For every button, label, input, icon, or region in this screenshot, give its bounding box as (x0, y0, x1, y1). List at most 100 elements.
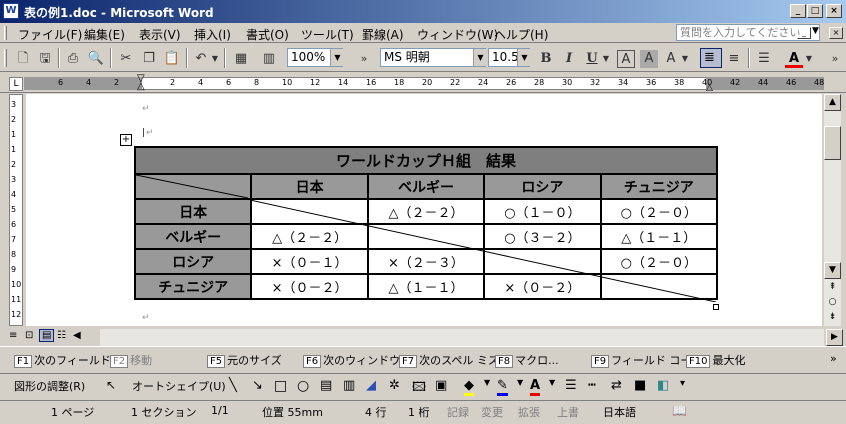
prev-page-icon[interactable]: ⇞ (826, 282, 839, 292)
underline-button[interactable]: U (583, 50, 601, 68)
outline-view-icon[interactable]: ☷ (57, 330, 66, 341)
menu-window[interactable]: ウィンドウ(W) (417, 26, 498, 43)
paste-icon[interactable]: 📋 (163, 50, 181, 68)
help-dropdown-icon[interactable]: ▼ (812, 26, 819, 36)
select-objects-icon[interactable]: ↖ (106, 378, 116, 392)
picture-icon[interactable]: ▣ (435, 378, 447, 393)
line-color-dropdown-icon[interactable]: ▼ (517, 378, 523, 387)
scroll-thumb[interactable] (824, 126, 841, 160)
row-label-cell[interactable]: 日本 (133, 198, 253, 225)
status-rec[interactable]: 記録 (447, 404, 469, 420)
draw-font-color-icon[interactable]: A (530, 378, 541, 396)
doc-close-button[interactable]: × (829, 27, 843, 39)
row-label-cell[interactable]: チュニジア (133, 273, 253, 300)
scroll-left-button[interactable]: ◀ (73, 330, 81, 341)
bold-button[interactable]: B (537, 50, 555, 68)
align-center-icon[interactable]: ≡ (725, 50, 743, 68)
minimize-button[interactable]: _ (790, 4, 806, 18)
next-page-icon[interactable]: ⇟ (826, 312, 839, 322)
normal-view-icon[interactable]: ≡ (9, 330, 17, 341)
underline-dropdown-icon[interactable]: ▼ (601, 50, 611, 68)
doc-minimize-button[interactable]: _ (797, 27, 811, 39)
undo-dropdown-icon[interactable]: ▼ (210, 50, 220, 68)
status-trk[interactable]: 変更 (481, 404, 503, 420)
font-name-dropdown-icon[interactable]: ▼ (473, 49, 487, 66)
fkey-overflow-icon[interactable]: » (830, 352, 837, 365)
new-document-icon[interactable]: 🗋 (14, 50, 32, 68)
italic-button[interactable]: I (560, 50, 578, 68)
menu-format[interactable]: 書式(O) (246, 26, 289, 43)
font-size-dropdown-icon[interactable]: ▼ (517, 49, 531, 66)
fkey-f5[interactable]: F5 元のサイズ (207, 352, 282, 368)
insert-table-icon[interactable]: ▦ (232, 50, 250, 68)
draw-font-color-dropdown-icon[interactable]: ▼ (549, 378, 555, 387)
oval-icon[interactable]: ○ (297, 378, 309, 394)
status-ovr[interactable]: 上書 (557, 404, 579, 420)
menubar-grip[interactable] (4, 26, 7, 40)
wordart-icon[interactable]: ◢ (366, 378, 376, 393)
scroll-down-button[interactable]: ▼ (824, 262, 841, 279)
arrow-style-icon[interactable]: ⇄ (611, 378, 622, 393)
columns-icon[interactable]: ▥ (260, 50, 278, 68)
row-label-cell[interactable]: ベルギー (133, 223, 253, 250)
line-color-icon[interactable]: ✎ (497, 378, 508, 396)
textbox-icon[interactable]: ▤ (320, 378, 332, 393)
status-ext[interactable]: 拡張 (518, 404, 540, 420)
corner-cell[interactable] (133, 173, 253, 200)
copy-icon[interactable]: ❐ (140, 50, 158, 68)
header-cell[interactable]: ベルギー (366, 173, 486, 200)
drawbar-overflow-icon[interactable]: ▾ (680, 378, 685, 389)
3d-style-icon[interactable]: ◧ (657, 378, 669, 393)
spelling-status-icon[interactable]: 📖 (672, 404, 687, 418)
font-color-button[interactable]: A (785, 50, 803, 68)
scroll-right-button[interactable]: ▶ (826, 329, 843, 346)
align-justify-button[interactable]: ≣ (700, 48, 722, 68)
table-resize-handle-icon[interactable] (713, 304, 719, 310)
toolbar-overflow-icon[interactable]: » (355, 50, 373, 68)
permission-icon[interactable]: 🖫 (36, 50, 54, 68)
arrow-icon[interactable]: ↘ (252, 378, 263, 393)
web-view-icon[interactable]: ⊡ (25, 330, 33, 341)
table-title-cell[interactable]: ワールドカップＨ組 結果 (134, 146, 718, 175)
toolbar-overflow-icon-2[interactable]: » (826, 50, 844, 68)
print-view-icon[interactable]: ▤ (39, 329, 55, 342)
fkey-f7[interactable]: F7 次のスペル ミス (399, 352, 499, 368)
fkey-f1[interactable]: F1 次のフィールド (14, 352, 111, 368)
fill-color-dropdown-icon[interactable]: ▼ (484, 378, 490, 387)
numbering-icon[interactable]: ☰ (755, 50, 773, 68)
print-preview-icon[interactable]: 🔍 (87, 50, 105, 68)
menu-help[interactable]: ヘルプ(H) (494, 26, 548, 43)
rectangle-icon[interactable]: □ (274, 378, 287, 394)
fkey-f6[interactable]: F6 次のウィンドウ (303, 352, 400, 368)
close-button[interactable]: × (826, 4, 842, 18)
vertical-textbox-icon[interactable]: ▥ (343, 378, 355, 393)
shape-adjust-menu[interactable]: 図形の調整(R) (14, 378, 85, 394)
char-scale-dropdown-icon[interactable]: ▼ (680, 50, 690, 68)
word-app-icon[interactable]: W (3, 3, 19, 19)
tab-selector[interactable]: L (9, 77, 23, 91)
fkey-f8[interactable]: F8 マクロ... (495, 352, 559, 368)
diagram-icon[interactable]: ✲ (389, 378, 400, 393)
autoshape-menu[interactable]: オートシェイプ(U) (132, 378, 226, 394)
row-label-cell[interactable]: ロシア (133, 248, 253, 275)
right-indent-marker-icon[interactable]: △ (706, 83, 713, 93)
dash-style-icon[interactable]: ┅ (588, 378, 596, 393)
menu-tools[interactable]: ツール(T) (301, 26, 354, 43)
menu-file[interactable]: ファイル(F) (18, 26, 82, 43)
menu-table[interactable]: 罫線(A) (362, 26, 404, 43)
indent-marker-icon[interactable]: ▽ △ (137, 74, 147, 92)
fill-color-icon[interactable]: ◆ (464, 378, 474, 396)
menu-view[interactable]: 表示(V) (139, 26, 181, 43)
maximize-button[interactable]: □ (807, 4, 823, 18)
scroll-up-button[interactable]: ▲ (824, 94, 841, 111)
line-style-icon[interactable]: ☰ (565, 378, 577, 393)
font-name-combo[interactable]: MS 明朝 (380, 48, 486, 67)
header-cell[interactable]: 日本 (250, 173, 369, 200)
line-icon[interactable]: ╲ (229, 378, 237, 393)
header-cell[interactable]: チュニジア (599, 173, 719, 200)
toolbar-grip[interactable] (4, 49, 7, 67)
char-shading-icon[interactable]: A (640, 50, 658, 68)
browse-object-icon[interactable]: ○ (826, 297, 839, 307)
print-icon[interactable]: ⎙ (64, 50, 82, 68)
clipart-icon[interactable]: 🖾 (412, 378, 426, 400)
